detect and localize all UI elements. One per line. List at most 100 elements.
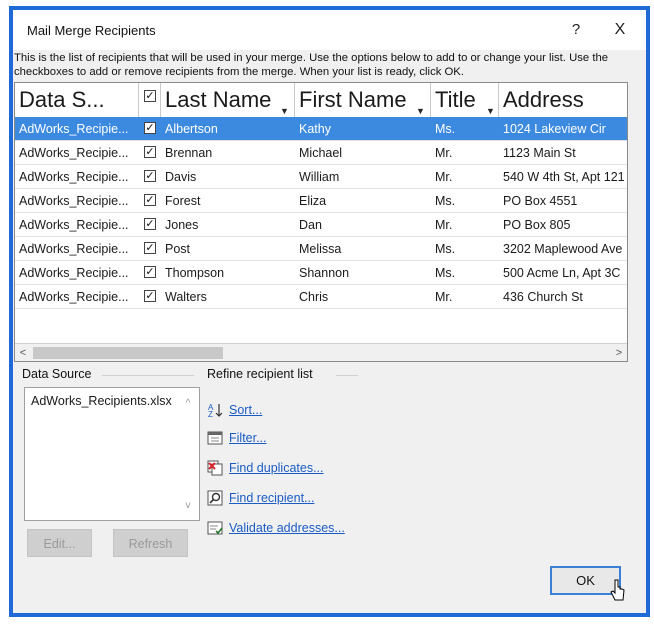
validate-addresses-link[interactable]: Validate addresses... <box>229 521 345 535</box>
refresh-button[interactable]: Refresh <box>113 529 188 557</box>
cell-address: 1123 Main St <box>503 146 576 160</box>
cell-first-name: Melissa <box>299 242 342 256</box>
cell-title: Mr. <box>435 218 453 232</box>
mouse-pointer-icon <box>610 579 625 601</box>
column-header-title[interactable]: Title ▼ <box>431 83 499 117</box>
column-header-first-name[interactable]: First Name ▼ <box>295 83 431 117</box>
cell-last-name: Post <box>165 242 191 256</box>
cell-first-name: Shannon <box>299 266 350 280</box>
header-checkbox[interactable]: ✓ <box>144 90 156 102</box>
table-row[interactable]: AdWorks_Recipie... Davis William Mr. 540 W 4… <box>15 165 627 189</box>
edit-button[interactable]: Edit... <box>27 529 92 557</box>
cell-first-name: William <box>299 170 340 184</box>
scrollbar-thumb[interactable] <box>33 347 223 359</box>
cell-data-source: AdWorks_Recipie... <box>19 194 129 208</box>
cell-data-source: AdWorks_Recipie... <box>19 146 129 160</box>
sort-icon: A Z <box>208 403 223 418</box>
scroll-left-icon[interactable]: < <box>15 344 31 361</box>
dropdown-arrow-icon[interactable]: ▼ <box>486 94 495 117</box>
row-checkbox[interactable]: ✓ <box>144 218 156 230</box>
cell-title: Mr. <box>435 146 453 160</box>
cell-data-source: AdWorks_Recipie... <box>19 122 129 136</box>
cell-data-source: AdWorks_Recipie... <box>19 290 129 304</box>
cell-last-name: Walters <box>165 290 207 304</box>
row-checkbox[interactable]: ✓ <box>144 242 156 254</box>
column-header-last-name[interactable]: Last Name ▼ <box>161 83 295 117</box>
cell-first-name: Michael <box>299 146 343 160</box>
find-recipient-link[interactable]: Find recipient... <box>229 491 314 505</box>
cell-address: PO Box 4551 <box>503 194 578 208</box>
svg-text:Z: Z <box>208 410 213 418</box>
row-checkbox[interactable]: ✓ <box>144 266 156 278</box>
table-row[interactable]: AdWorks_Recipie... Post Melissa Ms. 3202 Map… <box>15 237 627 261</box>
dropdown-arrow-icon[interactable]: ▼ <box>280 94 289 117</box>
filter-link[interactable]: Filter... <box>229 431 267 445</box>
cell-last-name: Jones <box>165 218 199 232</box>
table-row[interactable]: AdWorks_Recipie... Thompson Shannon Ms. 500 … <box>15 261 627 285</box>
find-duplicates-link[interactable]: Find duplicates... <box>229 461 324 475</box>
data-source-item[interactable]: AdWorks_Recipients.xlsx <box>31 394 172 408</box>
help-button[interactable]: ? <box>566 18 586 42</box>
cell-first-name: Chris <box>299 290 329 304</box>
cell-first-name: Dan <box>299 218 322 232</box>
column-label-last-name: Last Name <box>165 87 272 112</box>
cell-address: 1024 Lakeview Cir <box>503 122 606 136</box>
scroll-up-icon[interactable]: ^ <box>181 398 195 412</box>
magnifier-icon <box>207 490 223 506</box>
cell-address: 500 Acme Ln, Apt 3C <box>503 266 621 280</box>
validate-icon <box>207 521 223 535</box>
cell-data-source: AdWorks_Recipie... <box>19 242 129 256</box>
table-row[interactable]: AdWorks_Recipie... Walters Chris Mr. 436 Chu… <box>15 285 627 309</box>
scroll-down-icon[interactable]: v <box>181 500 195 514</box>
table-row[interactable]: AdWorks_Recipie... Jones Dan Mr. PO Box 805 ✓ <box>15 213 627 237</box>
cell-first-name: Eliza <box>299 194 327 208</box>
cell-data-source: AdWorks_Recipie... <box>19 170 129 184</box>
table-row[interactable]: AdWorks_Recipie... Albertson Kathy Ms. 1024 … <box>15 117 627 141</box>
cell-title: Ms. <box>435 194 456 208</box>
cell-address: 436 Church St <box>503 290 583 304</box>
find-duplicates-icon <box>207 460 223 476</box>
cell-title: Mr. <box>435 290 453 304</box>
table-row[interactable]: AdWorks_Recipie... Brennan Michael Mr. 1123 … <box>15 141 627 165</box>
cell-data-source: AdWorks_Recipie... <box>19 218 129 232</box>
cell-title: Mr. <box>435 170 453 184</box>
column-header-checkbox[interactable]: ✓ <box>139 83 161 117</box>
column-header-data-source[interactable]: Data S... <box>15 83 139 117</box>
title-bar: Mail Merge Recipients ? X <box>13 10 646 50</box>
row-checkbox[interactable]: ✓ <box>144 290 156 302</box>
dropdown-arrow-icon[interactable]: ▼ <box>416 94 425 117</box>
divider <box>102 375 194 376</box>
cell-last-name: Thompson <box>165 266 225 280</box>
sort-link[interactable]: Sort... <box>229 403 262 417</box>
cell-address: 3202 Maplewood Ave <box>503 242 623 256</box>
cell-last-name: Albertson <box>165 122 218 136</box>
recipients-table: Data S... ✓ Last Name ▼ First Name ▼ Tit… <box>14 82 628 362</box>
refine-list-label: Refine recipient list <box>207 367 313 381</box>
row-checkbox[interactable]: ✓ <box>144 122 156 134</box>
cell-title: Ms. <box>435 266 456 280</box>
row-checkbox[interactable]: ✓ <box>144 170 156 182</box>
cell-address: PO Box 805 <box>503 218 571 232</box>
row-checkbox[interactable]: ✓ <box>144 146 156 158</box>
cell-first-name: Kathy <box>299 122 331 136</box>
scroll-right-icon[interactable]: > <box>611 344 627 361</box>
data-source-list[interactable]: AdWorks_Recipients.xlsx ^ v <box>24 387 200 521</box>
row-checkbox[interactable]: ✓ <box>144 194 156 206</box>
cell-data-source: AdWorks_Recipie... <box>19 266 129 280</box>
dialog-description: This is the list of recipients that will… <box>14 52 609 78</box>
column-label-first-name: First Name <box>299 87 407 112</box>
cell-last-name: Forest <box>165 194 201 208</box>
cell-address: 540 W 4th St, Apt 121 <box>503 170 625 184</box>
data-source-label: Data Source <box>22 367 92 381</box>
column-label-title: Title <box>435 87 476 112</box>
cell-title: Ms. <box>435 242 456 256</box>
cell-last-name: Brennan <box>165 146 213 160</box>
cell-title: Ms. <box>435 122 456 136</box>
divider <box>336 375 358 376</box>
close-button[interactable]: X <box>609 18 631 42</box>
table-row[interactable]: AdWorks_Recipie... Forest Eliza Ms. PO Box 4… <box>15 189 627 213</box>
table-header: Data S... ✓ Last Name ▼ First Name ▼ Tit… <box>15 83 627 117</box>
column-header-address[interactable]: Address <box>499 83 627 117</box>
horizontal-scrollbar[interactable]: < > <box>15 343 627 361</box>
cell-last-name: Davis <box>165 170 197 184</box>
